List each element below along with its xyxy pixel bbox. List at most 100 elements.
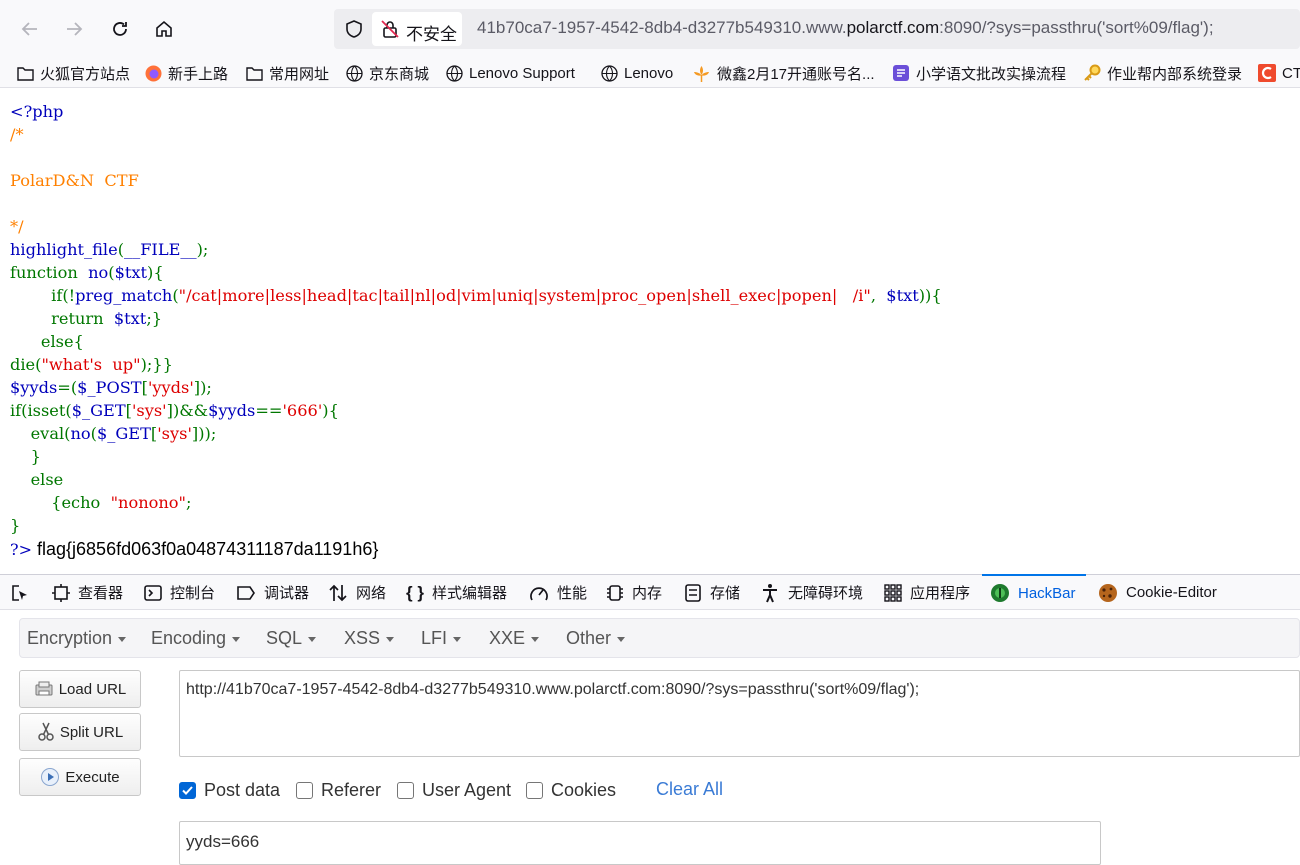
checkbox-label: User Agent [422,779,512,800]
code-token: {echo [51,493,111,512]
code-token: $txt [114,263,148,282]
code-token: eval( [30,424,71,443]
tab-console[interactable]: 控制台 [144,575,215,610]
tab-cookie-editor[interactable]: Cookie-Editor [1098,575,1217,610]
key-icon [1084,64,1101,81]
checkbox-unchecked-icon [526,781,543,799]
menu-encryption[interactable]: Encryption [27,628,127,649]
bookmark-item[interactable]: 火狐官方站点 [17,62,130,84]
insecure-lock-icon [381,20,399,38]
bookmark-item[interactable]: 微鑫2月17开通账号名... [692,62,875,84]
tab-debugger[interactable]: 调试器 [236,575,309,610]
post-data-textarea[interactable]: yyds=666 [179,821,1101,865]
url-text[interactable]: 41b70ca7-1957-4542-8db4-d3277b549310.www… [477,18,1214,38]
code-token: no [70,424,91,443]
grid-icon [884,583,902,602]
code-token: == [255,401,283,420]
browser-toolbar: 不安全 41b70ca7-1957-4542-8db4-d3277b549310… [0,0,1300,58]
code-token: ]); [193,378,212,397]
clear-all-link[interactable]: Clear All [656,779,723,800]
tab-hackbar[interactable]: HackBar [982,574,1086,610]
code-line: /* [10,123,942,146]
braces-icon: { } [406,582,424,602]
menu-sql[interactable]: SQL [266,628,317,649]
tab-memory[interactable]: 内存 [606,575,662,610]
code-line: else [10,468,942,491]
php-open-tag: <?php [10,102,64,121]
menu-other[interactable]: Other [566,628,626,649]
forward-button[interactable] [58,13,90,45]
code-token: no [88,263,109,282]
menu-xxe[interactable]: XXE [489,628,540,649]
tab-storage[interactable]: 存储 [684,575,740,610]
code-token: =( [57,378,78,397]
url-textarea[interactable]: http://41b70ca7-1957-4542-8db4-d3277b549… [179,670,1300,757]
checkbox-label: Cookies [551,779,617,800]
code-line: function no($txt){ [10,261,942,284]
comment-close: */ [10,217,24,236]
code-token: return [51,309,114,328]
tab-performance[interactable]: 性能 [529,575,587,610]
php-close-tag: ?> [10,540,32,559]
comment-body: PolarD&N CTF [10,171,139,190]
home-button[interactable] [148,13,180,45]
menu-xss[interactable]: XSS [344,628,395,649]
execute-button[interactable]: Execute [19,758,141,796]
reload-button[interactable] [104,13,136,45]
bookmarks-toolbar: 火狐官方站点 新手上路 常用网址 京东商城 Lenovo Support Len… [0,58,1300,88]
doc-icon [893,65,909,81]
bookmark-item[interactable]: 作业帮内部系统登录 [1083,62,1242,84]
tab-inspector[interactable]: 查看器 [52,575,123,610]
tab-label: 调试器 [264,585,310,602]
load-url-button[interactable]: Load URL [19,670,141,708]
split-url-button[interactable]: Split URL [19,713,141,751]
bookmark-item[interactable]: CT [1258,62,1300,84]
play-icon [41,768,60,786]
tab-label: 网络 [356,585,387,602]
bookmark-item[interactable]: Lenovo Support [446,62,575,84]
code-token: if(isset( [10,401,72,420]
bookmark-label: CT [1282,64,1300,82]
tab-network[interactable]: 网络 [328,575,386,610]
tab-application[interactable]: 应用程序 [884,575,970,610]
bookmark-item[interactable]: 常用网址 [246,62,329,84]
menu-label: Encryption [27,628,113,648]
url-rest: :8090/?sys=passthru('sort%09/flag'); [939,18,1214,37]
storage-icon [685,583,701,602]
bookmark-item[interactable]: Lenovo [601,62,673,84]
home-icon [156,20,172,37]
url-bar[interactable]: 不安全 41b70ca7-1957-4542-8db4-d3277b549310… [334,9,1300,49]
bookmark-item[interactable]: 京东商城 [346,62,429,84]
tab-label: HackBar [1018,584,1076,602]
code-token: $yyds [10,378,58,397]
code-line: */ [10,215,942,238]
referer-checkbox[interactable]: Referer [296,779,381,801]
code-line: } [10,445,942,468]
security-indicator[interactable]: 不安全 [372,12,462,46]
tab-accessibility[interactable]: 无障碍环境 [760,575,863,610]
post-data-checkbox[interactable]: Post data [179,779,280,801]
back-button[interactable] [14,13,46,45]
menu-label: Other [566,628,612,648]
bookmark-label: 常用网址 [269,65,330,83]
tab-style-editor[interactable]: { } 样式编辑器 [406,575,507,610]
bookmark-item[interactable]: 小学语文批改实操流程 [892,62,1066,84]
tab-label: 内存 [632,585,663,602]
user-agent-checkbox[interactable]: User Agent [397,779,511,801]
tab-label: 控制台 [170,585,216,602]
tab-label: 性能 [557,585,588,602]
globe-icon [601,64,618,82]
element-picker-button[interactable] [10,575,38,610]
caret-down-icon [232,636,241,642]
code-token: function [10,263,78,282]
cookies-checkbox[interactable]: Cookies [526,779,616,801]
bookmark-item[interactable]: 新手上路 [145,62,228,84]
code-token: 'yyds' [147,378,194,397]
comment-open: /* [10,125,24,144]
menu-lfi[interactable]: LFI [421,628,462,649]
menu-encoding[interactable]: Encoding [151,628,241,649]
code-token: ; [186,493,192,512]
shield-icon [346,20,362,38]
menu-label: SQL [266,628,303,648]
